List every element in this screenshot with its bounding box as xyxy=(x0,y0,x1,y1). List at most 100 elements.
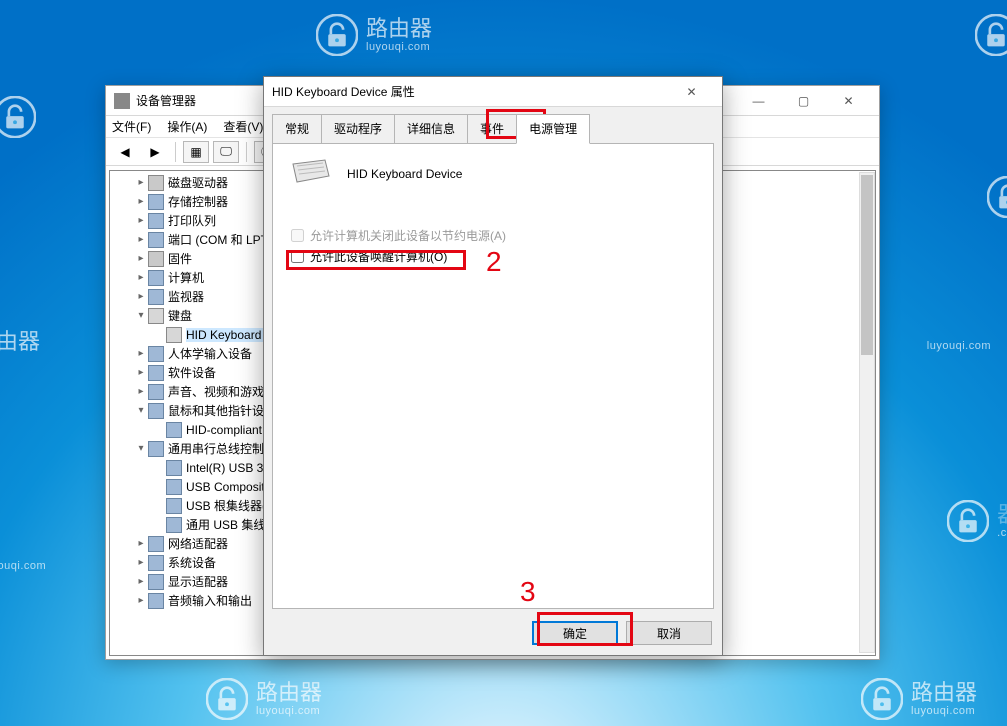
menu-file[interactable]: 文件(F) xyxy=(112,118,151,135)
tab-details[interactable]: 详细信息 xyxy=(394,114,468,144)
device-icon xyxy=(148,289,164,305)
menu-view[interactable]: 查看(V) xyxy=(223,118,263,135)
lock-icon xyxy=(987,176,1007,218)
screen-icon: 🖵 xyxy=(220,144,232,159)
device-icon xyxy=(148,175,164,191)
twisty-icon[interactable]: ▾ xyxy=(134,310,148,321)
scroll-thumb[interactable] xyxy=(861,175,873,355)
twisty-icon[interactable]: ▸ xyxy=(134,595,148,606)
watermark: luyouqi.com xyxy=(927,340,991,352)
lock-icon xyxy=(316,14,358,56)
tree-label: 固件 xyxy=(168,250,192,267)
watermark xyxy=(987,176,1007,218)
lock-icon xyxy=(975,14,1007,56)
device-name: HID Keyboard Device xyxy=(347,167,462,181)
scrollbar[interactable] xyxy=(859,172,875,653)
app-icon xyxy=(114,93,130,109)
watermark xyxy=(0,96,36,138)
twisty-icon[interactable]: ▸ xyxy=(134,215,148,226)
maximize-button[interactable]: ▢ xyxy=(781,87,826,115)
ok-button[interactable]: 确定 xyxy=(532,621,618,645)
tab-power[interactable]: 电源管理 xyxy=(516,114,590,144)
device-icon xyxy=(166,422,182,438)
device-icon xyxy=(148,593,164,609)
checkbox-wake[interactable]: 允许此设备唤醒计算机(O) xyxy=(291,248,695,265)
twisty-icon[interactable]: ▸ xyxy=(134,348,148,359)
cancel-button[interactable]: 取消 xyxy=(626,621,712,645)
twisty-icon[interactable]: ▾ xyxy=(134,405,148,416)
lock-icon xyxy=(206,678,248,720)
tab-page-power: HID Keyboard Device 允许计算机关闭此设备以节约电源(A) 允… xyxy=(272,143,714,609)
twisty-icon[interactable]: ▾ xyxy=(134,443,148,454)
twisty-icon[interactable]: ▸ xyxy=(134,538,148,549)
tree-label: 键盘 xyxy=(168,307,192,324)
tab-general[interactable]: 常规 xyxy=(272,114,322,144)
device-icon xyxy=(166,479,182,495)
twisty-icon[interactable]: ▸ xyxy=(134,234,148,245)
forward-button[interactable]: ▶ xyxy=(142,141,168,163)
tree-label: 人体学输入设备 xyxy=(168,345,252,362)
device-icon xyxy=(148,403,164,419)
tree-label: 打印队列 xyxy=(168,212,216,229)
watermark: 路由器luyouqi.com xyxy=(316,14,432,56)
dialog-title: HID Keyboard Device 属性 xyxy=(272,83,415,100)
tree-label: 网络适配器 xyxy=(168,535,228,552)
lock-icon xyxy=(861,678,903,720)
tree-label: 磁盘驱动器 xyxy=(168,174,228,191)
twisty-icon[interactable]: ▸ xyxy=(134,386,148,397)
dialog-close-button[interactable]: ✕ xyxy=(669,78,714,106)
device-icon xyxy=(148,251,164,267)
tb-icon[interactable]: 🖵 xyxy=(213,141,239,163)
twisty-icon[interactable]: ▸ xyxy=(134,196,148,207)
device-icon xyxy=(166,517,182,533)
device-icon xyxy=(148,346,164,362)
dialog-titlebar[interactable]: HID Keyboard Device 属性 ✕ xyxy=(264,77,722,107)
checkbox-power-save: 允许计算机关闭此设备以节约电源(A) xyxy=(291,227,695,244)
tab-driver[interactable]: 驱动程序 xyxy=(321,114,395,144)
grid-icon: ▦ xyxy=(190,145,201,159)
twisty-icon[interactable]: ▸ xyxy=(134,253,148,264)
tabs: 常规 驱动程序 详细信息 事件 电源管理 xyxy=(272,113,714,143)
menu-action[interactable]: 操作(A) xyxy=(167,118,207,135)
checkbox-input[interactable] xyxy=(291,250,304,263)
checkbox-label: 允许计算机关闭此设备以节约电源(A) xyxy=(310,227,506,244)
twisty-icon[interactable]: ▸ xyxy=(134,272,148,283)
twisty-icon[interactable]: ▸ xyxy=(134,177,148,188)
twisty-icon[interactable]: ▸ xyxy=(134,367,148,378)
device-icon xyxy=(148,555,164,571)
back-button[interactable]: ◀ xyxy=(112,141,138,163)
window-title: 设备管理器 xyxy=(136,92,196,109)
watermark: 路由器luyouqi.com xyxy=(206,678,322,720)
device-icon xyxy=(166,460,182,476)
watermark: 路由器 xyxy=(0,330,40,354)
watermark: 器.com xyxy=(947,500,1007,542)
tree-label: 计算机 xyxy=(168,269,204,286)
properties-dialog: HID Keyboard Device 属性 ✕ 常规 驱动程序 详细信息 事件… xyxy=(263,76,723,656)
tree-label: 通用串行总线控制器 xyxy=(168,440,276,457)
twisty-icon[interactable]: ▸ xyxy=(134,291,148,302)
checkbox-label: 允许此设备唤醒计算机(O) xyxy=(310,248,447,265)
watermark: luyouqi.com xyxy=(0,560,46,572)
watermark: 路由器luyouqi.com xyxy=(861,678,977,720)
device-icon xyxy=(148,365,164,381)
minimize-button[interactable]: — xyxy=(736,87,781,115)
device-icon xyxy=(148,213,164,229)
lock-icon xyxy=(0,96,36,138)
tab-events[interactable]: 事件 xyxy=(467,114,517,144)
tb-icon[interactable]: ▦ xyxy=(183,141,209,163)
tree-label: 端口 (COM 和 LPT) xyxy=(168,231,272,248)
device-icon xyxy=(148,308,164,324)
tree-label: 软件设备 xyxy=(168,364,216,381)
keyboard-icon xyxy=(291,158,331,189)
watermark xyxy=(975,14,1007,56)
twisty-icon[interactable]: ▸ xyxy=(134,557,148,568)
close-button[interactable]: ✕ xyxy=(826,87,871,115)
tree-label: 系统设备 xyxy=(168,554,216,571)
tree-label: 显示适配器 xyxy=(168,573,228,590)
tree-label: 监视器 xyxy=(168,288,204,305)
lock-icon xyxy=(947,500,989,542)
tree-label: 音频输入和输出 xyxy=(168,592,252,609)
twisty-icon[interactable]: ▸ xyxy=(134,576,148,587)
device-icon xyxy=(148,232,164,248)
device-icon xyxy=(148,574,164,590)
